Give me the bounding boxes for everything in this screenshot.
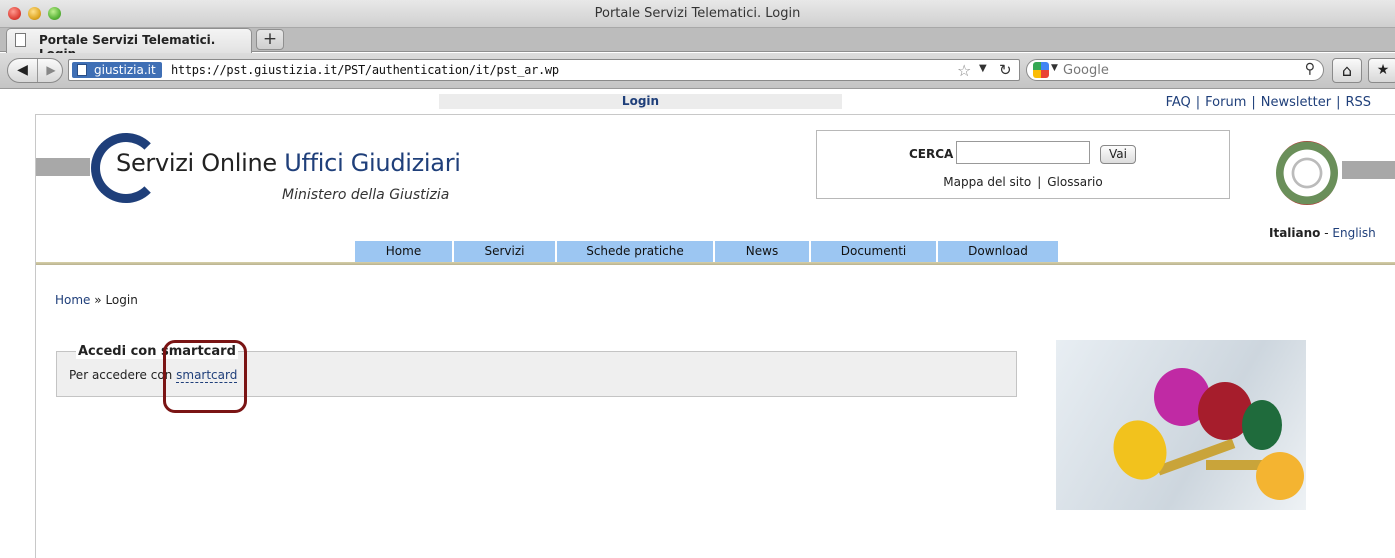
italian-republic-emblem-icon — [1276, 141, 1338, 205]
home-button[interactable]: ⌂ — [1332, 58, 1362, 83]
site-logo[interactable]: Servizi Online Uffici Giudiziari — [116, 149, 461, 177]
page-icon — [77, 64, 87, 76]
forward-button[interactable]: ▶ — [39, 59, 63, 82]
link-forum[interactable]: Forum — [1205, 95, 1246, 110]
menu-home[interactable]: Home — [355, 241, 452, 262]
tab-active[interactable]: Portale Servizi Telematici. Login — [6, 28, 252, 61]
main-menu: Home Servizi Schede pratiche News Docume… — [355, 241, 1060, 262]
key-icon — [1256, 452, 1304, 500]
link-faq[interactable]: FAQ — [1166, 95, 1191, 110]
search-submit-button[interactable]: Vai — [1100, 145, 1136, 164]
magnifier-icon[interactable]: ⚲ — [1305, 61, 1315, 77]
address-bar[interactable]: giustizia.it https://pst.giustizia.it/PS… — [68, 59, 1020, 81]
history-dropdown-icon[interactable]: ▼ — [979, 63, 987, 74]
bookmark-star-icon[interactable]: ☆ — [957, 61, 971, 80]
navigation-buttons: ◀ ▶ — [7, 58, 63, 83]
menu-documenti[interactable]: Documenti — [811, 241, 936, 262]
menu-servizi[interactable]: Servizi — [454, 241, 555, 262]
url-text: https://pst.giustizia.it/PST/authenticat… — [171, 63, 559, 77]
breadcrumb-current: Login — [105, 293, 138, 307]
decorative-bar — [1342, 161, 1395, 179]
site-identity-label: giustizia.it — [94, 63, 156, 77]
page-content: Login FAQ | Forum | Newsletter | RSS Servizi O… — [0, 90, 1395, 558]
breadcrumb: Home » Login — [55, 293, 138, 307]
search-engine-dropdown-icon[interactable]: ▼ — [1051, 63, 1058, 73]
language-italiano[interactable]: Italiano — [1269, 226, 1320, 240]
tab-bar: Portale Servizi Telematici. Login + — [0, 28, 1395, 61]
top-links: FAQ | Forum | Newsletter | RSS — [1165, 95, 1371, 110]
site-search-box: CERCA Vai Mappa del sito | Glossario — [816, 130, 1230, 199]
search-bar[interactable]: ▼ Google ⚲ — [1026, 59, 1324, 81]
link-newsletter[interactable]: Newsletter — [1261, 95, 1331, 110]
link-glossary[interactable]: Glossario — [1047, 175, 1102, 189]
browser-toolbar: ◀ ▶ giustizia.it https://pst.giustizia.i… — [0, 53, 1395, 89]
key-icon — [1242, 400, 1282, 450]
annotation-highlight — [163, 340, 247, 413]
site-identity-button[interactable]: giustizia.it — [72, 62, 162, 78]
site-search-input[interactable] — [956, 141, 1090, 164]
login-strip: Login — [439, 94, 842, 109]
link-sitemap[interactable]: Mappa del sito — [943, 175, 1031, 189]
site-frame: Servizi Online Uffici Giudiziari Ministe… — [35, 114, 1395, 558]
reload-icon[interactable]: ↻ — [999, 61, 1012, 79]
decorative-bar — [36, 158, 90, 176]
keys-image — [1056, 340, 1306, 510]
header-divider — [36, 262, 1395, 265]
new-tab-button[interactable]: + — [256, 29, 284, 50]
window-titlebar: Portale Servizi Telematici. Login — [0, 0, 1395, 28]
search-placeholder: Google — [1063, 63, 1109, 78]
window-title: Portale Servizi Telematici. Login — [594, 6, 801, 21]
search-box-links: Mappa del sito | Glossario — [943, 175, 1103, 189]
menu-schede-pratiche[interactable]: Schede pratiche — [557, 241, 713, 262]
menu-news[interactable]: News — [715, 241, 809, 262]
logo-subtitle: Ministero della Giustizia — [282, 187, 450, 203]
bookmarks-button[interactable]: ★ — [1368, 58, 1395, 83]
key-icon — [1105, 412, 1175, 488]
back-button[interactable]: ◀ — [8, 59, 38, 82]
search-label: CERCA — [909, 147, 954, 161]
language-switcher: Italiano - English — [1269, 226, 1376, 240]
google-icon[interactable] — [1033, 62, 1049, 78]
page-icon — [15, 33, 26, 47]
link-rss[interactable]: RSS — [1345, 95, 1371, 110]
menu-download[interactable]: Download — [938, 241, 1058, 262]
site-header: Servizi Online Uffici Giudiziari Ministe… — [36, 115, 1395, 265]
breadcrumb-home[interactable]: Home — [55, 293, 90, 307]
language-english[interactable]: English — [1332, 226, 1375, 240]
